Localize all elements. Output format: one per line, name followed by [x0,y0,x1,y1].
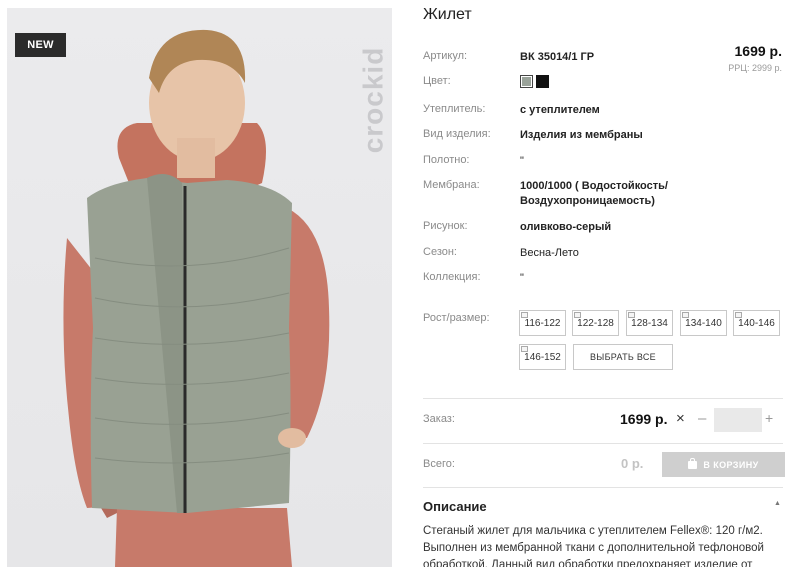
remove-order-button[interactable]: × [676,410,685,427]
description-text: Стеганый жилет для мальчика с утеплителе… [423,525,764,567]
brand-watermark-text: crockid [357,46,389,154]
size-label: 116-122 [524,317,561,329]
brand-watermark: crockid [343,30,392,170]
size-option[interactable]: 116-122 [519,310,566,336]
select-all-sizes-button[interactable]: ВЫБРАТЬ ВСЕ [573,344,673,370]
size-label: 146-152 [524,351,561,363]
divider [423,443,783,444]
product-photo[interactable]: NEW crockid [7,8,392,567]
product-title: Жилет [423,6,472,23]
quantity-input[interactable] [714,408,762,432]
attr-label: Вид изделия: [423,128,491,140]
quantity-increase-button[interactable]: + [765,410,773,426]
attr-label: Рисунок: [423,220,468,232]
attr-label: Рост/размер: [423,312,490,324]
attr-value: оливково-серый [520,221,612,233]
attr-label: Артикул: [423,50,468,62]
size-option[interactable]: 128-134 [626,310,673,336]
size-option[interactable]: 146-152 [519,344,566,370]
quantity-decrease-button[interactable]: – [698,410,706,427]
color-swatches [520,75,549,88]
size-label: 122-128 [577,317,614,329]
size-option[interactable]: 122-128 [572,310,619,336]
attr-value: с утеплителем [520,104,600,116]
shopping-bag-icon [688,457,698,469]
color-swatch-black[interactable] [536,75,549,88]
size-checkbox[interactable] [521,312,528,318]
attr-label: Полотно: [423,154,470,166]
collapse-arrow-icon[interactable]: ▲ [774,500,781,507]
order-label: Заказ: [423,413,455,425]
total-label: Всего: [423,458,455,470]
order-price: 1699 р. [620,411,668,427]
size-checkbox[interactable] [628,312,635,318]
description-title[interactable]: Описание [423,499,487,514]
attr-value: " [520,272,524,284]
size-checkbox[interactable] [521,346,528,352]
size-label: 128-134 [631,317,668,329]
total-price: 0 р. [621,456,644,471]
attr-label: Цвет: [423,75,451,87]
attr-value: 1000/1000 ( Водостойкость/ Воздухопрониц… [520,180,668,207]
size-checkbox[interactable] [682,312,689,318]
divider [423,487,783,488]
new-badge: NEW [15,33,66,57]
attr-value: Весна-Лето [520,247,579,259]
size-label: 134-140 [685,317,722,329]
attr-value: ВК 35014/1 ГР [520,51,595,63]
attr-label: Сезон: [423,246,457,258]
rrp-price: РРЦ: 2999 р. [728,63,782,73]
attr-value: Изделия из мембраны [520,129,643,141]
size-checkbox[interactable] [735,312,742,318]
attr-value: " [520,155,524,167]
add-to-cart-label: В КОРЗИНУ [703,459,759,470]
attr-label: Мембрана: [423,179,480,191]
add-to-cart-button[interactable]: В КОРЗИНУ [662,452,785,477]
size-option[interactable]: 140-146 [733,310,780,336]
product-price: 1699 р. [734,43,782,59]
size-checkbox[interactable] [574,312,581,318]
size-label: 140-146 [738,317,775,329]
attr-label: Утеплитель: [423,103,486,115]
attr-label: Коллекция: [423,271,481,283]
product-illustration [63,29,330,567]
color-swatch-olive-gray[interactable] [520,75,533,88]
size-option[interactable]: 134-140 [680,310,727,336]
divider [423,398,783,399]
